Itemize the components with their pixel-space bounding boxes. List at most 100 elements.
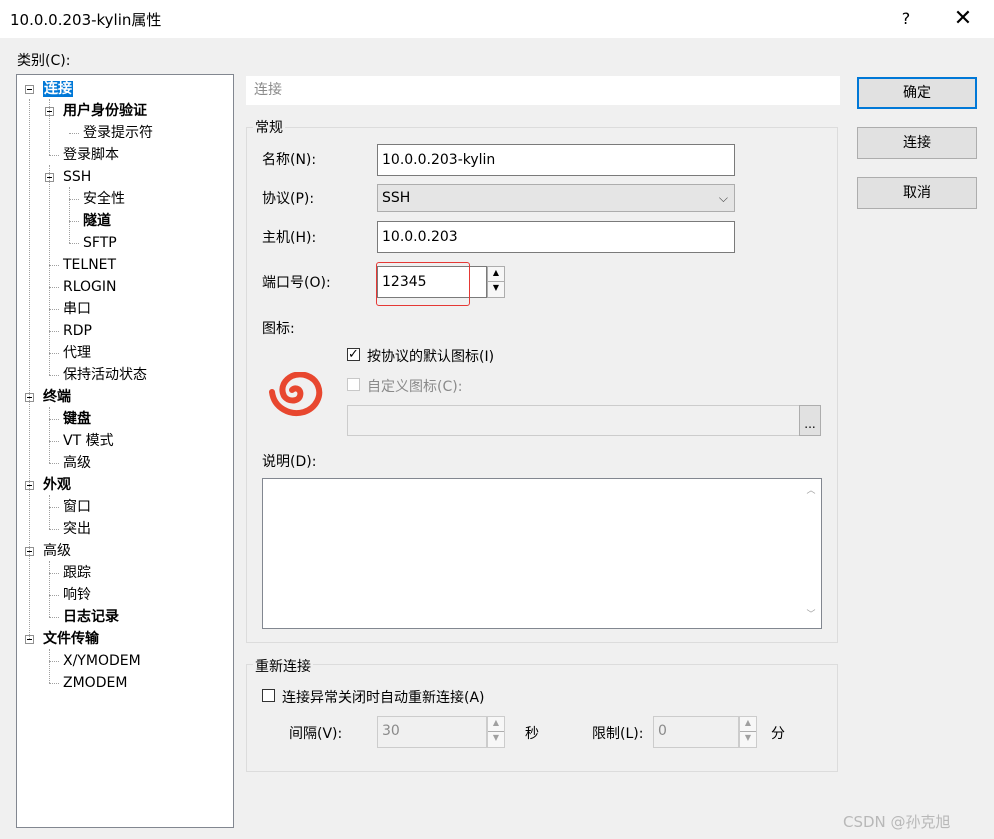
watermark: CSDN @孙克旭 (843, 813, 951, 831)
tree-item[interactable]: 隧道 (83, 211, 111, 231)
tree-item[interactable]: 用户身份验证 (63, 101, 147, 121)
close-button[interactable]: ✕ (950, 4, 976, 34)
tree-item[interactable]: 响铃 (63, 585, 91, 605)
tree-connector (49, 595, 59, 596)
tree-item[interactable]: 窗口 (63, 497, 91, 517)
port-spinner[interactable]: ▲ ▼ (487, 266, 505, 298)
tree-item[interactable]: 连接 (43, 79, 73, 99)
tree-connector (49, 309, 59, 310)
tree-item[interactable]: 安全性 (83, 189, 125, 209)
tree-item[interactable]: TELNET (63, 255, 116, 275)
tree-item[interactable]: RDP (63, 321, 92, 341)
icon-label: 图标: (262, 321, 295, 337)
tree-item[interactable]: 文件传输 (43, 629, 99, 649)
tree-item[interactable]: 高级 (43, 541, 71, 561)
spin-up-icon[interactable]: ▲ (488, 267, 504, 282)
tree-item[interactable]: 保持活动状态 (63, 365, 147, 385)
tree-item[interactable]: 登录脚本 (63, 145, 119, 165)
highlight-box (376, 262, 470, 306)
tree-guide-line (69, 187, 70, 243)
tree-item-label: ZMODEM (63, 675, 128, 691)
interval-unit: 秒 (525, 726, 539, 742)
interval-field[interactable]: 30 (377, 716, 487, 748)
tree-connector (49, 375, 59, 376)
tree-item[interactable]: 突出 (63, 519, 91, 539)
interval-spinner[interactable]: ▲ ▼ (487, 716, 505, 748)
tree-item[interactable]: 跟踪 (63, 563, 91, 583)
spin-down-icon[interactable]: ▼ (488, 732, 504, 747)
auto-reconnect-checkbox[interactable] (262, 689, 275, 702)
custom-icon-checkbox[interactable] (347, 378, 360, 391)
tree-item-label: 保持活动状态 (63, 367, 147, 383)
tree-item[interactable]: 外观 (43, 475, 71, 495)
default-icon-checkbox[interactable]: ✓ (347, 348, 360, 361)
tree-item[interactable]: 日志记录 (63, 607, 119, 627)
limit-spinner[interactable]: ▲ ▼ (739, 716, 757, 748)
spin-down-icon[interactable]: ▼ (740, 732, 756, 747)
help-button[interactable]: ? (893, 4, 919, 34)
tree-item[interactable]: RLOGIN (63, 277, 117, 297)
limit-unit: 分 (771, 726, 785, 742)
tree-item-label: X/YMODEM (63, 653, 141, 669)
tree-item-label: 突出 (63, 521, 91, 537)
description-textarea[interactable] (262, 478, 822, 629)
tree-item[interactable]: VT 模式 (63, 431, 114, 451)
tree-connector (49, 419, 59, 420)
tree-connector (49, 331, 59, 332)
tree-connector (69, 243, 79, 244)
limit-field[interactable]: 0 (653, 716, 739, 748)
description-label: 说明(D): (262, 454, 317, 470)
tree-item[interactable]: 登录提示符 (83, 123, 153, 143)
title-bar: 10.0.0.203-kylin属性 ? ✕ (0, 0, 994, 38)
tree-item[interactable]: 串口 (63, 299, 91, 319)
tree-connector (49, 529, 59, 530)
tree-item[interactable]: 高级 (63, 453, 91, 473)
section-header: 连接 (246, 76, 840, 105)
tree-connector (49, 265, 59, 266)
name-field[interactable]: 10.0.0.203-kylin (377, 144, 735, 176)
custom-icon-path-field[interactable] (347, 405, 801, 436)
tree-item[interactable]: 终端 (43, 387, 71, 407)
spin-down-icon[interactable]: ▼ (488, 282, 504, 297)
tree-guide-line (49, 99, 50, 155)
general-group-title: 常规 (253, 117, 285, 137)
tree-item-label: 登录提示符 (83, 125, 153, 141)
interval-label: 间隔(V): (289, 726, 343, 742)
tree-item[interactable]: ZMODEM (63, 673, 127, 693)
tree-item-label: RDP (63, 323, 92, 339)
tree-item-label: 代理 (63, 345, 91, 361)
tree-item[interactable]: 键盘 (63, 409, 91, 429)
tree-connector (49, 617, 59, 618)
connect-button[interactable]: 连接 (857, 127, 977, 159)
spin-up-icon[interactable]: ▲ (740, 717, 756, 732)
tree-item-label: 安全性 (83, 191, 125, 207)
tree-item-label: 用户身份验证 (63, 103, 147, 119)
tree-item-label: 日志记录 (63, 609, 119, 625)
collapse-icon[interactable] (25, 85, 34, 94)
cancel-button[interactable]: 取消 (857, 177, 977, 209)
category-tree[interactable]: 连接用户身份验证登录提示符登录脚本 SSH 安全性隧道 SFTP TELNET RLOGI… (16, 74, 234, 828)
tree-guide-line (49, 649, 50, 683)
tree-connector (49, 661, 59, 662)
protocol-select[interactable]: SSH ⌵ (377, 184, 735, 212)
host-field[interactable]: 10.0.0.203 (377, 221, 735, 253)
tree-connector (49, 573, 59, 574)
chevron-down-icon: ⌵ (718, 191, 728, 205)
ok-button[interactable]: 确定 (857, 77, 977, 109)
scroll-up-icon[interactable]: ︿ (804, 484, 818, 498)
tree-item[interactable]: 代理 (63, 343, 91, 363)
tree-item-label: 高级 (63, 455, 91, 471)
spin-up-icon[interactable]: ▲ (488, 717, 504, 732)
protocol-icon (269, 372, 323, 416)
tree-item-label: 跟踪 (63, 565, 91, 581)
tree-item[interactable]: X/YMODEM (63, 651, 141, 671)
tree-item[interactable]: SFTP (83, 233, 117, 253)
scroll-down-icon[interactable]: ﹀ (804, 608, 818, 622)
protocol-value: SSH (382, 190, 411, 206)
tree-connector (49, 463, 59, 464)
browse-button[interactable]: ... (799, 405, 821, 436)
default-icon-label: 按协议的默认图标(I) (367, 349, 495, 365)
tree-connector (69, 133, 79, 134)
tree-item[interactable]: SSH (63, 167, 91, 187)
category-label: 类别(C): (17, 53, 71, 69)
